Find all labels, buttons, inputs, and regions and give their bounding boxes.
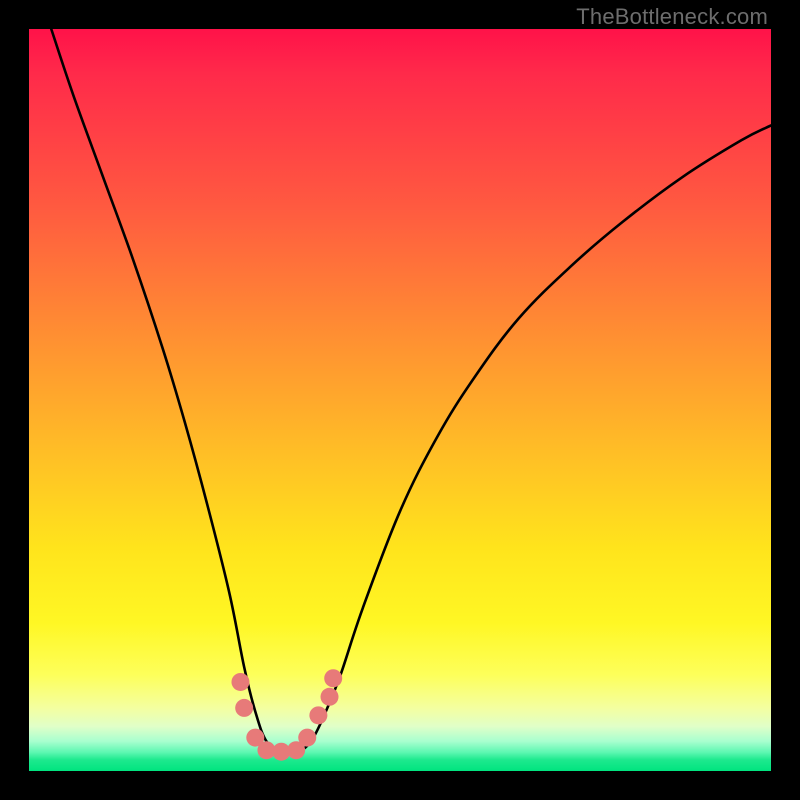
- marker-dot: [321, 688, 339, 706]
- marker-dot: [324, 669, 342, 687]
- marker-dot: [309, 706, 327, 724]
- marker-group: [231, 669, 342, 760]
- outer-frame: TheBottleneck.com: [0, 0, 800, 800]
- bottleneck-curve: [51, 29, 771, 754]
- watermark-text: TheBottleneck.com: [576, 4, 768, 30]
- curve-svg: [29, 29, 771, 771]
- marker-dot: [298, 729, 316, 747]
- plot-area: [29, 29, 771, 771]
- marker-dot: [235, 699, 253, 717]
- marker-dot: [231, 673, 249, 691]
